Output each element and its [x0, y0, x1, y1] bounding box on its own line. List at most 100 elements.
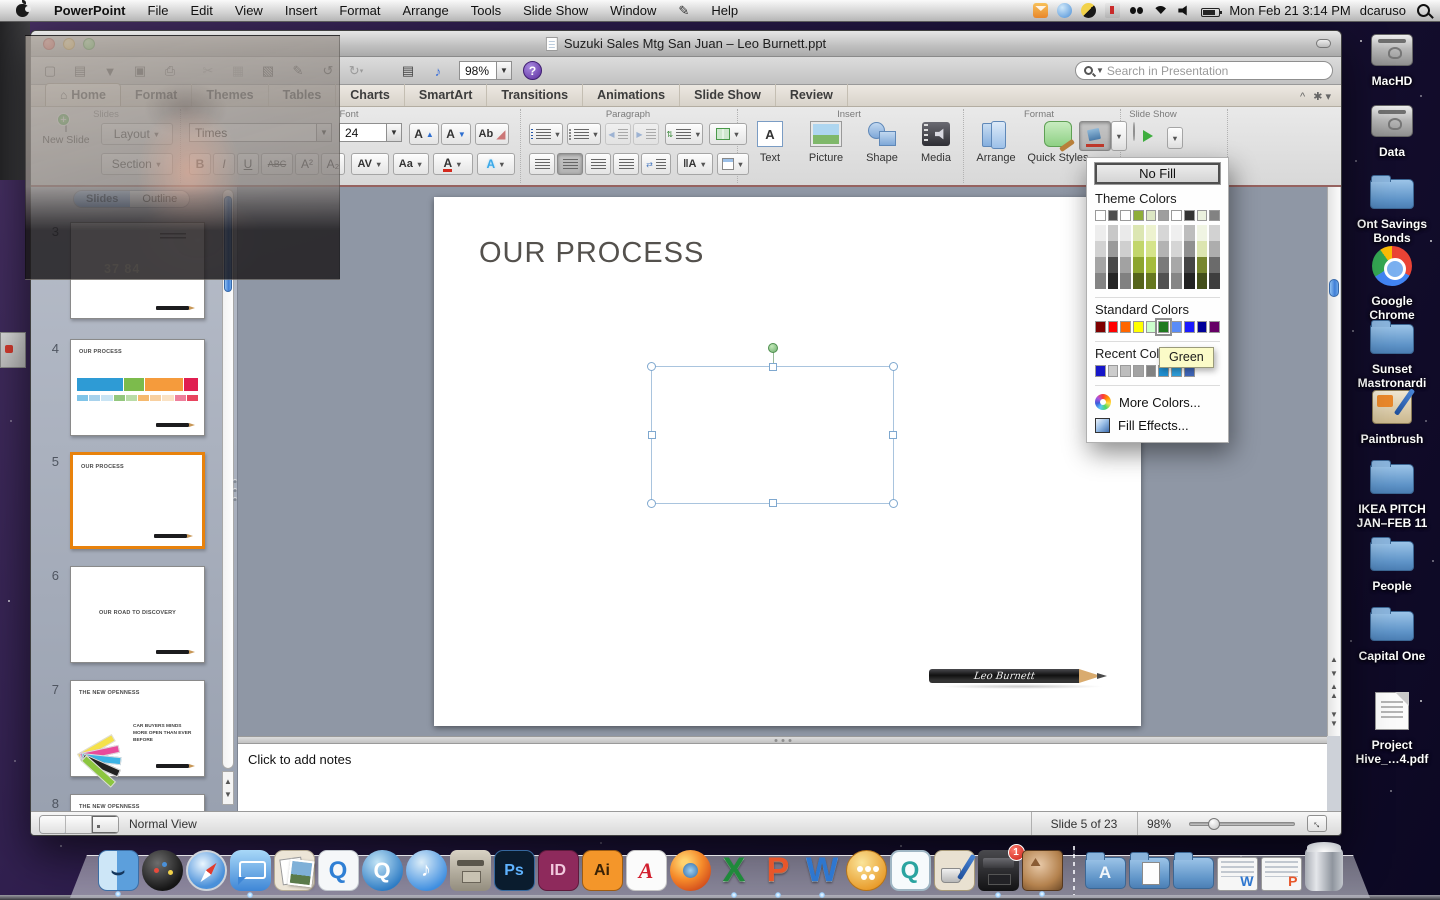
font-size-combo[interactable]: 24▼ [339, 123, 402, 142]
dock-powerpoint-document-icon[interactable]: P [1261, 857, 1302, 891]
search-field[interactable]: ▼ [1075, 61, 1333, 80]
slide-sorter-view-button[interactable] [66, 816, 92, 833]
distribute-text-button[interactable]: ⇄ [641, 153, 671, 175]
desktop-icon-paintbrush[interactable]: Paintbrush [1346, 390, 1438, 446]
collapse-ribbon-icon[interactable]: ^ [1300, 91, 1305, 103]
dock-downloads-folder-icon[interactable] [1173, 857, 1214, 889]
menu-insert[interactable]: Insert [274, 0, 329, 22]
variant-swatch-BDBDBD[interactable] [1184, 225, 1195, 241]
scroll-down-arrow[interactable]: ▼ [1328, 669, 1340, 678]
fill-effects-item[interactable]: Fill Effects... [1095, 418, 1220, 433]
align-center-button[interactable] [557, 153, 583, 175]
menu-powerpoint[interactable]: PowerPoint [43, 0, 137, 22]
color-swatch-CCCCCC[interactable] [1108, 365, 1119, 377]
battery-icon[interactable] [1201, 8, 1220, 17]
color-swatch-FFFFFF[interactable] [1095, 210, 1106, 221]
text-effects-button[interactable]: A▼ [477, 153, 515, 175]
handle-top-center[interactable] [769, 363, 777, 371]
menu-edit[interactable]: Edit [179, 0, 223, 22]
change-case-button[interactable]: Aa▼ [393, 153, 429, 175]
previous-slide-button[interactable]: ▲▲ [1328, 682, 1340, 700]
notes-splitter[interactable] [238, 736, 1327, 744]
variant-swatch-D6D6D6[interactable] [1158, 225, 1169, 241]
dock-excel-icon[interactable]: X [714, 850, 755, 891]
desktop-icon-people[interactable]: People [1346, 535, 1438, 593]
variant-swatch-A2A2A2[interactable] [1120, 257, 1131, 273]
dock-safari-icon[interactable] [186, 850, 227, 891]
variant-swatch-868686[interactable] [1171, 273, 1182, 289]
color-swatch-9E9E9E[interactable] [1158, 210, 1169, 221]
variant-swatch-66781F[interactable] [1146, 273, 1157, 289]
color-swatch-CCFFCC[interactable] [1146, 321, 1157, 333]
dock-q-messenger-icon[interactable]: Q [890, 850, 931, 891]
handle-bottom-right[interactable] [889, 499, 898, 508]
time-machine-icon[interactable] [1081, 3, 1096, 18]
variant-swatch-C2D66B[interactable] [1133, 241, 1144, 257]
insert-picture-button[interactable]: Picture [799, 119, 853, 179]
character-spacing-button[interactable]: AV▼ [351, 153, 389, 175]
font-color-button[interactable]: A▼ [433, 153, 473, 175]
next-slide-button[interactable]: ▼▼ [1328, 710, 1340, 728]
handle-mid-right[interactable] [889, 431, 897, 439]
variant-swatch-EAEAEA[interactable] [1120, 225, 1131, 241]
variant-swatch-DCE5B0[interactable] [1197, 241, 1208, 257]
color-swatch-333333[interactable] [1184, 210, 1195, 221]
variant-swatch-F0F4E3[interactable] [1197, 225, 1208, 241]
variant-swatch-909090[interactable] [1184, 241, 1195, 257]
color-swatch-FF6600[interactable] [1120, 321, 1131, 333]
spotlight-icon[interactable] [1417, 4, 1430, 17]
dock-trash-icon[interactable] [1305, 848, 1343, 891]
dock-applications-folder-icon[interactable]: A [1085, 857, 1126, 889]
menu-arrange[interactable]: Arrange [392, 0, 460, 22]
variant-swatch-EDEDED[interactable] [1095, 225, 1106, 241]
color-swatch-828282[interactable] [1146, 365, 1157, 377]
color-swatch-828282[interactable] [1209, 210, 1220, 221]
dock-firefox-icon[interactable] [670, 850, 711, 891]
color-swatch-FF0000[interactable] [1108, 321, 1119, 333]
printer-status-icon[interactable] [1105, 3, 1120, 18]
slide-thumbnail-4[interactable]: OUR PROCESS [70, 339, 205, 436]
variant-swatch-9A9A9A[interactable] [1108, 241, 1119, 257]
variant-swatch-77862E[interactable] [1197, 257, 1208, 273]
variant-swatch-3E3E3E[interactable] [1209, 273, 1220, 289]
color-swatch-EBF1DE[interactable] [1197, 210, 1208, 221]
handle-top-left[interactable] [647, 362, 656, 371]
variant-swatch-ADADAD[interactable] [1209, 241, 1220, 257]
menubar-clock[interactable]: Mon Feb 21 3:14 PM [1229, 3, 1350, 18]
document-scrollbar-thumb[interactable] [1329, 279, 1339, 297]
play-slideshow-button[interactable] [1133, 123, 1135, 141]
variant-swatch-A8A8A8[interactable] [1171, 257, 1182, 273]
insert-media-button[interactable]: Media [909, 119, 963, 179]
dock-dashboard-icon[interactable] [142, 850, 183, 891]
color-swatch-000099[interactable] [1197, 321, 1208, 333]
menu-file[interactable]: File [137, 0, 180, 22]
color-swatch-1A1AFF[interactable] [1184, 321, 1195, 333]
dock-itunes-icon[interactable]: ♪ [406, 850, 447, 891]
selected-shape[interactable] [651, 366, 894, 504]
webcam-video-overlay[interactable]: 37 84 [25, 35, 340, 280]
dock-indesign-icon[interactable]: ID [538, 850, 579, 891]
arrange-button[interactable]: Arrange [969, 119, 1023, 179]
menu-slide-show[interactable]: Slide Show [512, 0, 599, 22]
clear-formatting-button[interactable]: Ab◢ [475, 123, 509, 145]
menu-view[interactable]: View [224, 0, 274, 22]
insert-shape-button[interactable]: Shape [855, 119, 909, 179]
volume-icon[interactable] [1177, 3, 1192, 18]
shape-fill-button[interactable] [1079, 121, 1111, 151]
dock-acrobat-icon[interactable]: A [626, 850, 667, 891]
numbering-button[interactable]: ▼ [567, 123, 601, 145]
align-right-button[interactable] [585, 153, 611, 175]
thumbnail-scroll-arrows[interactable]: ▲▼ [222, 771, 234, 805]
tab-slide-show[interactable]: Slide Show [680, 84, 776, 106]
menu-format[interactable]: Format [328, 0, 391, 22]
variant-swatch-515151[interactable] [1158, 273, 1169, 289]
handle-top-right[interactable] [889, 362, 898, 371]
document-scrollbar[interactable]: ▲ ▼ ▲▲ ▼▼ [1327, 187, 1340, 736]
text-direction-button[interactable]: ‖A▼ [677, 153, 713, 175]
handle-mid-left[interactable] [648, 431, 656, 439]
script-menu-icon[interactable]: ✎ [667, 0, 700, 22]
help-button[interactable]: ? [523, 61, 542, 80]
shrink-font-button[interactable]: A▼ [441, 123, 471, 145]
columns-button[interactable]: ▼ [709, 123, 747, 145]
color-swatch-8FAE3A[interactable] [1133, 210, 1144, 221]
